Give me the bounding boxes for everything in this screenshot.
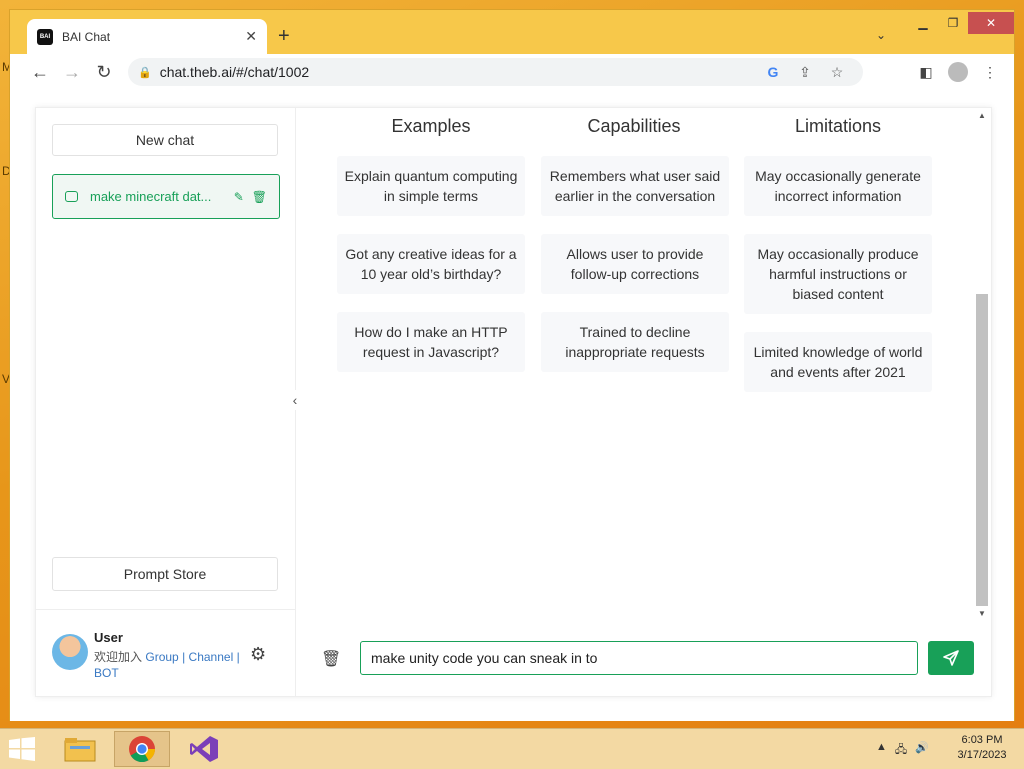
tab-favicon-icon: BAI [37, 28, 53, 45]
edit-icon[interactable]: ✎ [234, 190, 244, 204]
channel-link[interactable]: Channel [189, 650, 234, 664]
close-window-button[interactable]: ✕ [968, 12, 1014, 34]
user-desc-prefix: 欢迎加入 [94, 650, 143, 664]
chat-app: New chat make minecraft dat... ✎ 🗑 Promp… [35, 107, 992, 697]
column-title-examples: Examples [391, 116, 471, 136]
side-panel-icon[interactable]: ◧ [910, 58, 942, 86]
windows-start-icon[interactable] [8, 737, 36, 761]
google-lens-icon[interactable]: G [757, 64, 789, 80]
system-tray: ▲ 🖧 🔊 [876, 741, 929, 760]
user-name: User [94, 630, 123, 645]
tray-expand-chevron-icon[interactable]: ▲ [876, 741, 887, 760]
maximize-button[interactable]: ❐ [938, 12, 968, 34]
forward-arrow-icon[interactable]: → [56, 56, 88, 88]
example-card[interactable]: How do I make an HTTP request in Javascr… [337, 312, 525, 372]
chat-item-label: make minecraft dat... [90, 189, 212, 204]
capability-card: Allows user to provide follow-up correct… [541, 234, 729, 294]
tab-title: BAI Chat [62, 29, 111, 44]
browser-window: BAI BAI Chat ✕ + ⌄ ▁ ❐ ✕ ← → ↻ 🔒 chat.th… [9, 9, 1015, 721]
volume-icon[interactable]: 🔊 [915, 741, 929, 760]
prompt-store-button[interactable]: Prompt Store [52, 557, 278, 591]
clear-chat-trash-icon[interactable]: 🗑 [321, 649, 341, 669]
profile-icon[interactable] [942, 58, 974, 86]
network-icon[interactable]: 🖧 [895, 741, 907, 760]
menu-kebab-icon[interactable]: ⋮ [974, 58, 1006, 86]
chat-message-input[interactable] [360, 641, 918, 675]
chat-history-item[interactable]: make minecraft dat... ✎ 🗑 [52, 174, 280, 219]
send-button[interactable] [928, 641, 974, 675]
new-tab-button[interactable]: + [278, 24, 290, 48]
share-icon[interactable]: ⇪ [789, 64, 821, 81]
message-icon [65, 191, 78, 202]
browser-toolbar: ← → ↻ 🔒 chat.theb.ai/#/chat/1002 G ⇪ ☆ ◧… [10, 54, 1014, 90]
reload-icon[interactable]: ↻ [88, 56, 120, 88]
delete-icon[interactable]: 🗑 [252, 190, 267, 204]
taskbar-clock[interactable]: 6:03 PM 3/17/2023 [946, 733, 1018, 763]
user-description: 欢迎加入 Group | Channel | BOT [94, 649, 244, 681]
settings-gear-icon[interactable]: ⚙ [250, 644, 266, 665]
clock-date: 3/17/2023 [957, 749, 1007, 761]
chrome-icon[interactable] [114, 731, 170, 767]
capability-card: Remembers what user said earlier in the … [541, 156, 729, 216]
send-icon [943, 650, 959, 666]
main-panel: Examples Capabilities Limitations Explai… [296, 108, 991, 696]
back-arrow-icon[interactable]: ← [24, 56, 56, 88]
limitation-card: May occasionally produce harmful instruc… [744, 234, 932, 314]
page-content: New chat make minecraft dat... ✎ 🗑 Promp… [10, 90, 1014, 721]
limitation-card: Limited knowledge of world and events af… [744, 332, 932, 392]
tab-search-chevron-icon[interactable]: ⌄ [876, 28, 886, 42]
file-explorer-icon[interactable] [52, 731, 108, 767]
example-card[interactable]: Explain quantum computing in simple term… [337, 156, 525, 216]
column-title-capabilities: Capabilities [587, 116, 681, 136]
scroll-down-icon[interactable]: ▼ [974, 608, 990, 620]
sidebar: New chat make minecraft dat... ✎ 🗑 Promp… [36, 108, 296, 696]
link-separator: | [182, 650, 186, 664]
window-controls: ▁ ❐ ✕ [908, 12, 1014, 34]
lock-icon: 🔒 [138, 66, 152, 79]
browser-right-tools: ◧ ⋮ [910, 58, 1006, 86]
example-card[interactable]: Got any creative ideas for a 10 year old… [337, 234, 525, 294]
browser-titlebar: BAI BAI Chat ✕ + ⌄ ▁ ❐ ✕ [10, 10, 1014, 54]
visual-studio-icon[interactable] [176, 731, 232, 767]
user-panel: User 欢迎加入 Group | Channel | BOT ⚙ [36, 609, 295, 696]
avatar [52, 634, 88, 670]
capability-card: Trained to decline inappropriate request… [541, 312, 729, 372]
link-separator: | [236, 650, 240, 664]
browser-tab[interactable]: BAI BAI Chat ✕ [27, 19, 267, 54]
clock-time: 6:03 PM [961, 734, 1003, 746]
address-bar[interactable]: 🔒 chat.theb.ai/#/chat/1002 G ⇪ ☆ [128, 58, 863, 86]
bookmark-star-icon[interactable]: ☆ [821, 64, 853, 81]
column-title-limitations: Limitations [794, 116, 882, 136]
bot-link[interactable]: BOT [94, 666, 119, 680]
url-text[interactable]: chat.theb.ai/#/chat/1002 [160, 64, 757, 80]
new-chat-button[interactable]: New chat [52, 124, 278, 156]
taskbar: ▲ 🖧 🔊 6:03 PM 3/17/2023 [0, 728, 1024, 769]
scroll-up-icon[interactable]: ▲ [974, 110, 990, 122]
tab-close-icon[interactable]: ✕ [245, 28, 257, 45]
scroll-thumb[interactable] [976, 294, 988, 606]
group-link[interactable]: Group [145, 650, 178, 664]
limitation-card: May occasionally generate incorrect info… [744, 156, 932, 216]
minimize-button[interactable]: ▁ [908, 12, 938, 34]
scrollbar[interactable]: ▲ ▼ [974, 110, 990, 620]
